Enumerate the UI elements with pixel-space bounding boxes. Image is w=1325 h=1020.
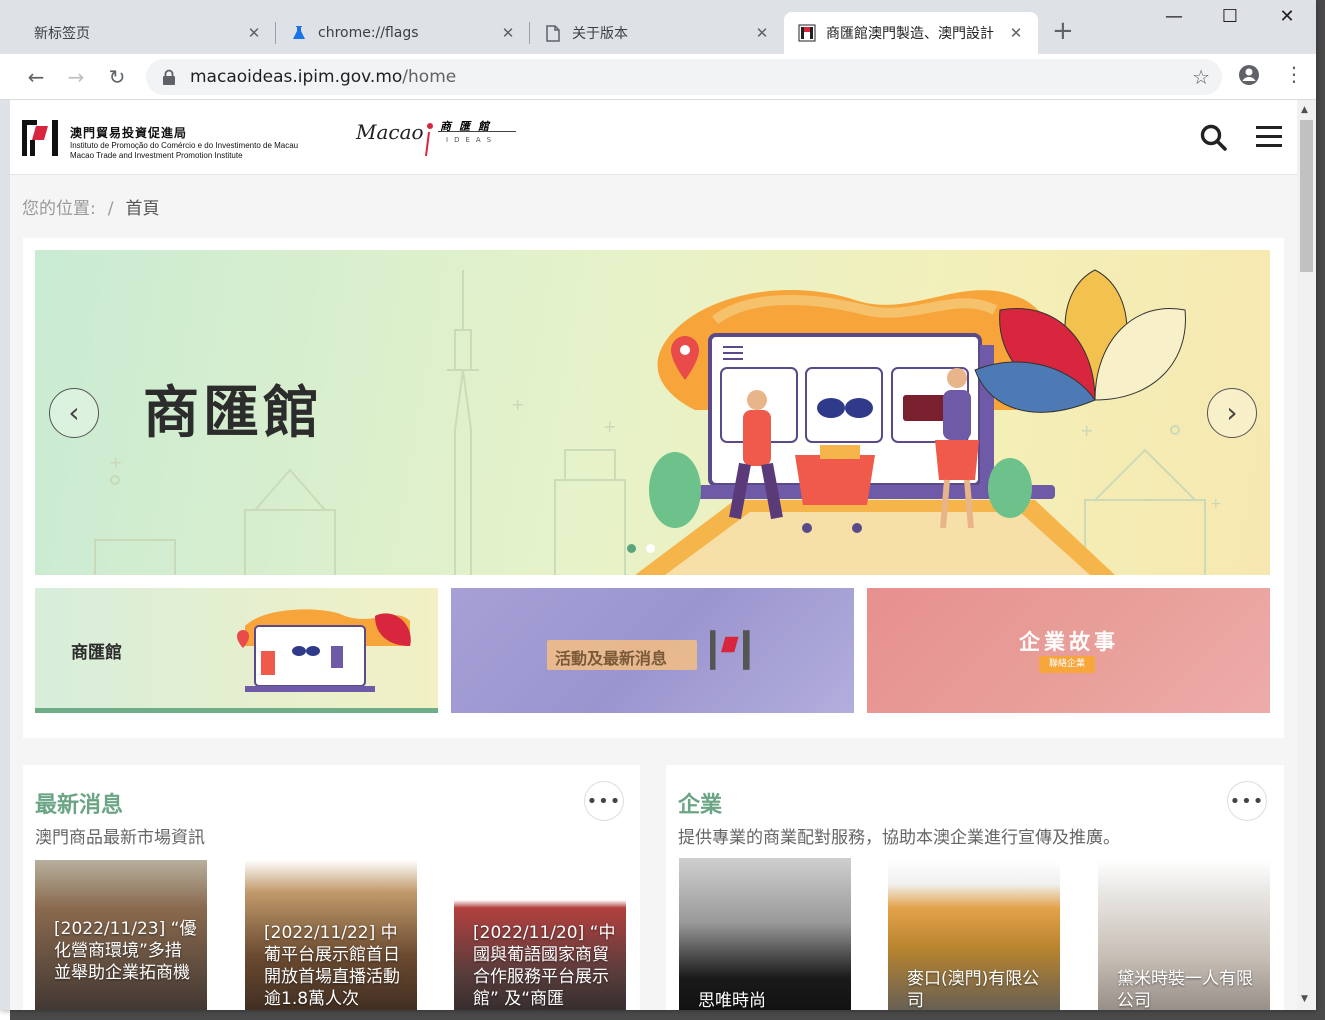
news-panel: 最新消息 澳門商品最新市場資訊 ••• [2022/11/23] “優化營商環境… <box>23 765 640 1010</box>
svg-text:+: + <box>511 395 524 414</box>
tab-title: 关于版本 <box>572 26 628 42</box>
carousel-prev-button[interactable]: ‹ <box>49 388 99 438</box>
close-icon[interactable]: ✕ <box>754 24 770 42</box>
card-label: 商匯館 <box>71 643 122 663</box>
svg-text:+: + <box>109 453 122 472</box>
forward-arrow-icon[interactable]: → <box>62 63 90 91</box>
url-path: /home <box>402 67 457 87</box>
brand-ideas: IDEAS <box>446 136 498 144</box>
more-vert-icon[interactable]: ⋮ <box>1284 62 1304 86</box>
browser-window: 新标签页 ✕ chrome://flags ✕ 关于版本 ✕ 商匯館澳門製造、澳… <box>0 0 1316 1010</box>
address-bar[interactable]: macaoideas.ipim.gov.mo/home ☆ <box>146 59 1222 95</box>
tab-chrome-flags[interactable]: chrome://flags ✕ <box>276 12 530 54</box>
enterprise-panel: 企業 提供專業的商業配對服務，協助本澳企業進行宣傳及推廣。 ••• 思唯時尚 麥… <box>666 765 1284 1010</box>
more-horizontal-icon[interactable]: ••• <box>584 781 624 821</box>
news-caption: [2022/11/20] “中國與葡語國家商貿合作服務平台展示館” 及“商匯 <box>473 923 616 1009</box>
back-arrow-icon[interactable]: ← <box>22 63 50 91</box>
scroll-down-icon[interactable]: ▼ <box>1301 994 1308 1004</box>
site-header: 澳門貿易投資促進局 Instituto de Promoção do Comér… <box>10 100 1297 175</box>
search-icon[interactable] <box>1200 124 1228 156</box>
tab-new-tab[interactable]: 新标签页 ✕ <box>20 12 276 54</box>
news-caption: [2022/11/22] 中葡平台展示館首日開放首場直播活動逾1.8萬人次 <box>264 923 400 1009</box>
close-icon[interactable]: ✕ <box>500 24 516 42</box>
chevron-left-icon: ‹ <box>68 396 80 429</box>
new-tab-button[interactable]: + <box>1052 18 1074 44</box>
hero-title: 商匯館 <box>143 381 323 446</box>
carousel-dot[interactable] <box>627 544 636 553</box>
reload-icon[interactable]: ↻ <box>103 63 131 91</box>
org-name-pt: Instituto de Promoção do Comércio e do I… <box>70 141 299 150</box>
tab-title: 商匯館澳門製造、澳門設計 <box>826 26 994 42</box>
breadcrumb-label: 您的位置: <box>22 199 96 219</box>
bookmark-star-icon[interactable]: ☆ <box>1192 65 1210 89</box>
card-enterprise-stories[interactable]: 企業故事 聯絡企業 <box>867 588 1270 713</box>
enterprise-tile[interactable]: 思唯時尚 <box>679 858 851 1010</box>
section-title: 企業 <box>678 793 723 818</box>
svg-text:+: + <box>1210 496 1222 512</box>
card-label: 活動及最新消息 <box>555 649 668 668</box>
account-icon[interactable] <box>1238 64 1260 90</box>
card-sublabel: 聯絡企業 <box>1039 656 1095 673</box>
news-tile[interactable]: [2022/11/20] “中國與葡語國家商貿合作服務平台展示館” 及“商匯 <box>454 860 626 1010</box>
card-illustration <box>237 609 411 692</box>
card-macao-ideas[interactable]: 商匯館 <box>35 588 438 713</box>
breadcrumb: 您的位置: / 首頁 <box>22 194 159 219</box>
section-title: 最新消息 <box>35 793 124 818</box>
enterprise-caption: 麥口(澳門)有限公司 <box>907 969 1040 1010</box>
section-subtitle: 澳門商品最新市場資訊 <box>35 828 205 848</box>
close-icon[interactable]: ✕ <box>1008 24 1024 42</box>
org-name-zh: 澳門貿易投資促進局 <box>70 126 188 140</box>
scroll-up-icon[interactable]: ▲ <box>1301 105 1308 115</box>
ipim-logo-icon[interactable] <box>22 118 62 158</box>
feature-cards: 商匯館 活動及最新消息 企業故事 聯絡企業 <box>35 588 1270 713</box>
tab-macaoideas[interactable]: 商匯館澳門製造、澳門設計 ✕ <box>784 12 1038 54</box>
hero-panel: + + + + + 商匯館 ‹ › 商匯館 活動及最新消息 企業故事 聯絡企業 <box>23 238 1284 738</box>
hamburger-menu-icon[interactable] <box>1256 126 1282 153</box>
section-subtitle: 提供專業的商業配對服務，協助本澳企業進行宣傳及推廣。 <box>678 828 1120 848</box>
hero-banner[interactable]: + + + + + 商匯館 ‹ › <box>35 250 1270 575</box>
page-viewport: 澳門貿易投資促進局 Instituto de Promoção do Comér… <box>10 100 1297 1010</box>
ipim-favicon-icon <box>798 24 816 42</box>
url-host: macaoideas.ipim.gov.mo <box>190 67 403 87</box>
enterprise-tile[interactable]: 黛米時裝一人有限公司 <box>1098 860 1270 1010</box>
news-caption: [2022/11/23] “優化營商環境”多措並舉助企業拓商機 <box>54 919 197 983</box>
breadcrumb-home[interactable]: 首頁 <box>125 199 159 219</box>
org-name-en: Macao Trade and Investment Promotion Ins… <box>70 151 243 160</box>
news-tile[interactable]: [2022/11/23] “優化營商環境”多措並舉助企業拓商機 <box>35 860 207 1010</box>
svg-text:+: + <box>603 417 616 436</box>
close-icon[interactable]: ✕ <box>246 24 262 42</box>
breadcrumb-separator: / <box>107 199 114 219</box>
maximize-icon[interactable]: ☐ <box>1207 6 1253 27</box>
lock-icon <box>163 69 175 85</box>
news-tile[interactable]: [2022/11/22] 中葡平台展示館首日開放首場直播活動逾1.8萬人次 <box>245 860 417 1010</box>
tab-title: 新标签页 <box>34 26 90 42</box>
enterprise-caption: 思唯時尚 <box>698 991 766 1010</box>
card-activities-news[interactable]: 活動及最新消息 <box>451 588 854 713</box>
browser-toolbar: ← → ↻ macaoideas.ipim.gov.mo/home ☆ ⋮ <box>0 54 1316 100</box>
carousel-next-button[interactable]: › <box>1207 388 1257 438</box>
close-window-icon[interactable]: ✕ <box>1264 6 1310 27</box>
tab-strip: 新标签页 ✕ chrome://flags ✕ 关于版本 ✕ 商匯館澳門製造、澳… <box>0 0 1316 54</box>
tab-title: chrome://flags <box>318 25 419 41</box>
flask-icon <box>290 24 308 42</box>
carousel-dot[interactable] <box>646 544 655 553</box>
brand-i-mark-icon <box>425 123 433 157</box>
macao-ideas-logo[interactable]: Macao 商匯館 IDEAS <box>356 120 516 157</box>
minimize-icon[interactable]: — <box>1151 6 1197 27</box>
tab-about-version[interactable]: 关于版本 ✕ <box>530 12 784 54</box>
org-name: 澳門貿易投資促進局 Instituto de Promoção do Comér… <box>70 124 298 161</box>
scrollbar-thumb[interactable] <box>1300 120 1313 272</box>
ipim-logo-icon <box>710 630 750 670</box>
svg-text:+: + <box>1080 421 1093 440</box>
card-label: 企業故事 <box>1019 630 1119 654</box>
chevron-right-icon: › <box>1226 396 1238 429</box>
enterprise-tile[interactable]: 麥口(澳門)有限公司 <box>888 860 1060 1010</box>
more-horizontal-icon[interactable]: ••• <box>1227 781 1267 821</box>
brand-macao: Macao <box>356 120 424 144</box>
document-icon <box>544 24 562 42</box>
page-scrollbar[interactable]: ▲ ▼ <box>1297 100 1316 1010</box>
enterprise-caption: 黛米時裝一人有限公司 <box>1117 969 1253 1010</box>
carousel-indicators <box>627 544 655 553</box>
